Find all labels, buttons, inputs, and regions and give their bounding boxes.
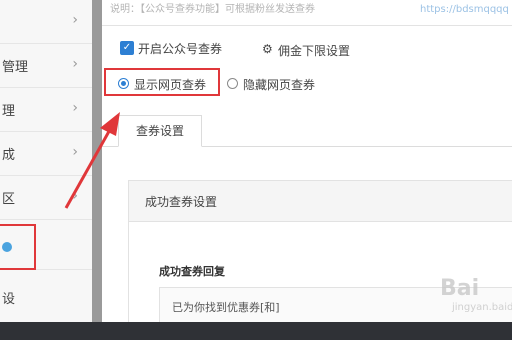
annotation-arrow-icon [64, 112, 120, 209]
bottom-bar [0, 322, 512, 340]
watermark-sub: jingyan.baidu [452, 302, 512, 313]
watermark-logo: Bai [440, 276, 480, 301]
